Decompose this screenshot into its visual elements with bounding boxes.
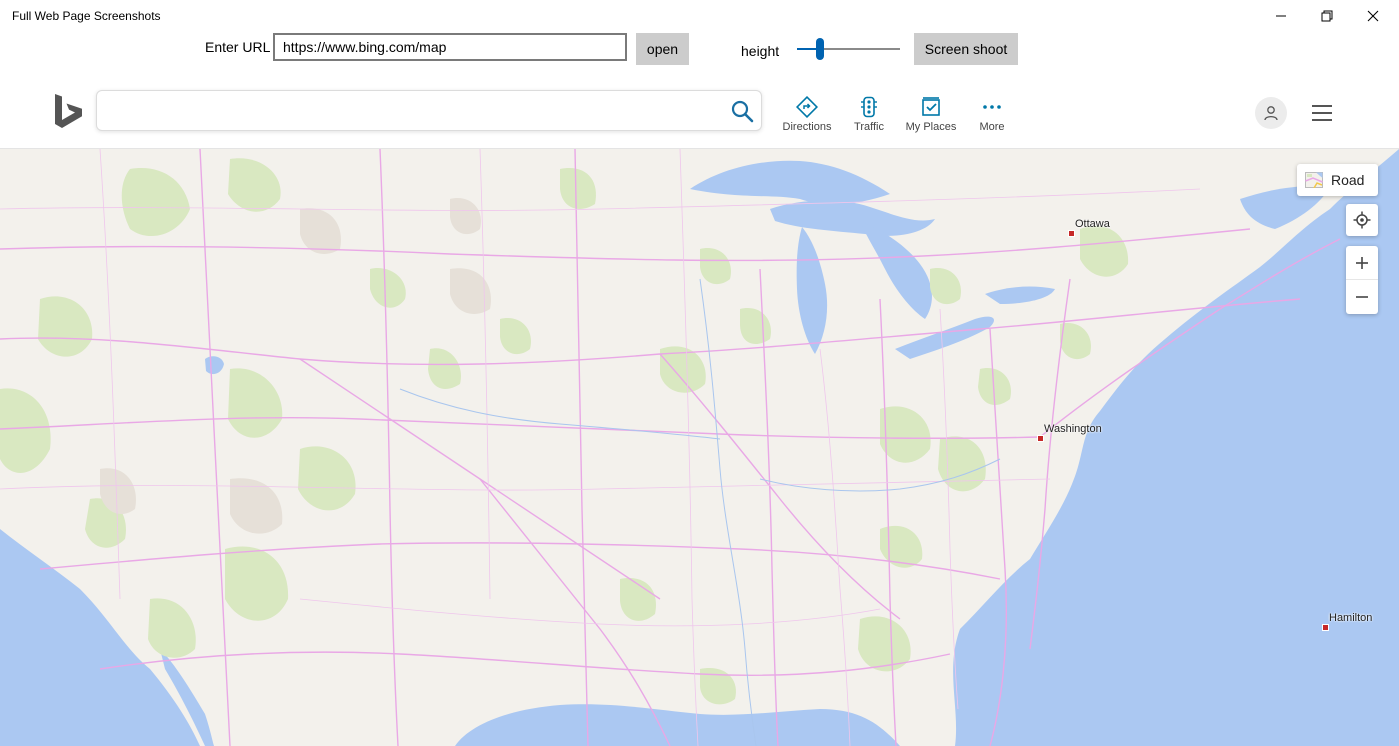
slider-thumb[interactable] (816, 38, 824, 60)
minus-icon (1356, 296, 1368, 298)
nav-directions-label: Directions (782, 121, 832, 133)
road-map-icon (1305, 172, 1323, 188)
minimize-button[interactable] (1258, 0, 1304, 32)
nav-my-places[interactable]: My Places (899, 96, 963, 136)
window-title: Full Web Page Screenshots (12, 9, 161, 23)
restore-button[interactable] (1304, 0, 1350, 32)
search-input[interactable] (107, 99, 711, 125)
city-dot-hamilton (1322, 624, 1329, 631)
city-dot-ottawa (1068, 230, 1075, 237)
search-icon[interactable] (730, 99, 754, 123)
bing-logo-icon[interactable] (52, 92, 86, 132)
zoom-out-button[interactable] (1346, 280, 1378, 314)
nav-traffic-label: Traffic (854, 121, 884, 133)
open-button[interactable]: open (636, 33, 689, 65)
window-title-bar: Full Web Page Screenshots (0, 0, 1399, 32)
close-icon (1367, 10, 1379, 22)
hamburger-menu-icon[interactable] (1310, 102, 1334, 124)
bing-header: Directions Traffic My Places More (0, 80, 1399, 149)
nav-directions[interactable]: Directions (775, 96, 839, 136)
user-icon (1264, 106, 1278, 121)
url-input[interactable] (273, 33, 627, 61)
my-places-icon (922, 97, 940, 116)
zoom-in-button[interactable] (1346, 246, 1378, 280)
city-label-ottawa[interactable]: Ottawa (1075, 218, 1110, 230)
map-base-layer (0, 149, 1399, 746)
map-style-button[interactable]: Road (1297, 164, 1378, 196)
city-label-hamilton[interactable]: Hamilton (1329, 612, 1372, 624)
plus-icon (1356, 256, 1368, 269)
nav-more-label: More (979, 121, 1005, 133)
app-toolbar: Enter URL open height Screen shoot (0, 32, 1399, 72)
more-icon (983, 105, 1001, 109)
close-button[interactable] (1350, 0, 1396, 32)
minimize-icon (1276, 15, 1286, 17)
traffic-icon (861, 96, 877, 118)
screen-shoot-button[interactable]: Screen shoot (914, 33, 1018, 65)
locate-me-button[interactable] (1346, 204, 1378, 236)
nav-traffic[interactable]: Traffic (837, 96, 901, 136)
directions-icon (796, 96, 818, 118)
zoom-controls (1346, 246, 1378, 314)
map-canvas[interactable]: Ottawa Washington Hamilton Road (0, 149, 1399, 746)
city-label-washington[interactable]: Washington (1044, 423, 1102, 435)
nav-my-places-label: My Places (905, 121, 957, 133)
height-label: height (741, 43, 780, 59)
search-box[interactable] (96, 90, 762, 131)
restore-icon (1321, 10, 1333, 22)
height-slider[interactable] (797, 38, 900, 62)
avatar-button[interactable] (1255, 97, 1287, 129)
city-dot-washington (1037, 435, 1044, 442)
locate-icon (1353, 211, 1371, 229)
map-style-label: Road (1331, 172, 1365, 188)
url-label: Enter URL (205, 39, 271, 55)
nav-more[interactable]: More (960, 96, 1024, 136)
